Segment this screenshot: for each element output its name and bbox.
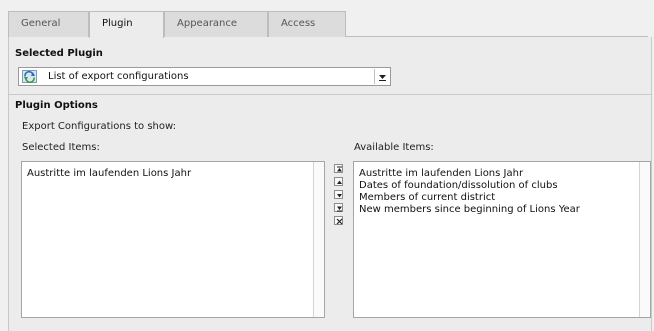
selected-items-scrollbar[interactable]: [313, 162, 324, 317]
plugin-refresh-icon: [22, 70, 37, 84]
list-item[interactable]: Members of current district: [359, 192, 580, 204]
plugin-select[interactable]: List of export configurations: [18, 67, 391, 86]
available-items-scrollbar[interactable]: [639, 162, 650, 317]
list-item[interactable]: Austritte im laufenden Lions Jahr: [359, 168, 580, 180]
list-item[interactable]: Austritte im laufenden Lions Jahr: [27, 168, 191, 180]
tab-access[interactable]: Access: [268, 11, 346, 37]
selected-items-list[interactable]: Austritte im laufenden Lions Jahr: [21, 161, 325, 318]
plugin-panel: Selected Plugin List of export configura…: [8, 37, 652, 331]
plugin-options-heading: Plugin Options: [15, 100, 98, 111]
selected-items-label: Selected Items:: [22, 142, 100, 153]
move-up-icon[interactable]: [334, 177, 343, 186]
export-configurations-label: Export Configurations to show:: [22, 121, 177, 132]
remove-icon[interactable]: [334, 216, 343, 225]
available-items-label: Available Items:: [354, 142, 434, 153]
tab-plugin[interactable]: Plugin: [89, 11, 164, 38]
tab-general[interactable]: General: [8, 11, 89, 37]
available-items-list[interactable]: Austritte im laufenden Lions Jahr Dates …: [353, 161, 651, 318]
tab-appearance[interactable]: Appearance: [164, 11, 268, 37]
tab-bar: General Plugin Appearance Access: [8, 10, 648, 38]
chevron-down-icon[interactable]: [374, 69, 389, 84]
move-bottom-icon[interactable]: [334, 203, 343, 212]
list-item[interactable]: Dates of foundation/dissolution of clubs: [359, 180, 580, 192]
list-item[interactable]: New members since beginning of Lions Yea…: [359, 204, 580, 216]
selected-plugin-heading: Selected Plugin: [15, 48, 103, 59]
move-down-icon[interactable]: [334, 190, 343, 199]
section-divider: [9, 94, 651, 95]
plugin-select-value: List of export configurations: [48, 71, 189, 82]
move-top-icon[interactable]: [334, 164, 343, 173]
